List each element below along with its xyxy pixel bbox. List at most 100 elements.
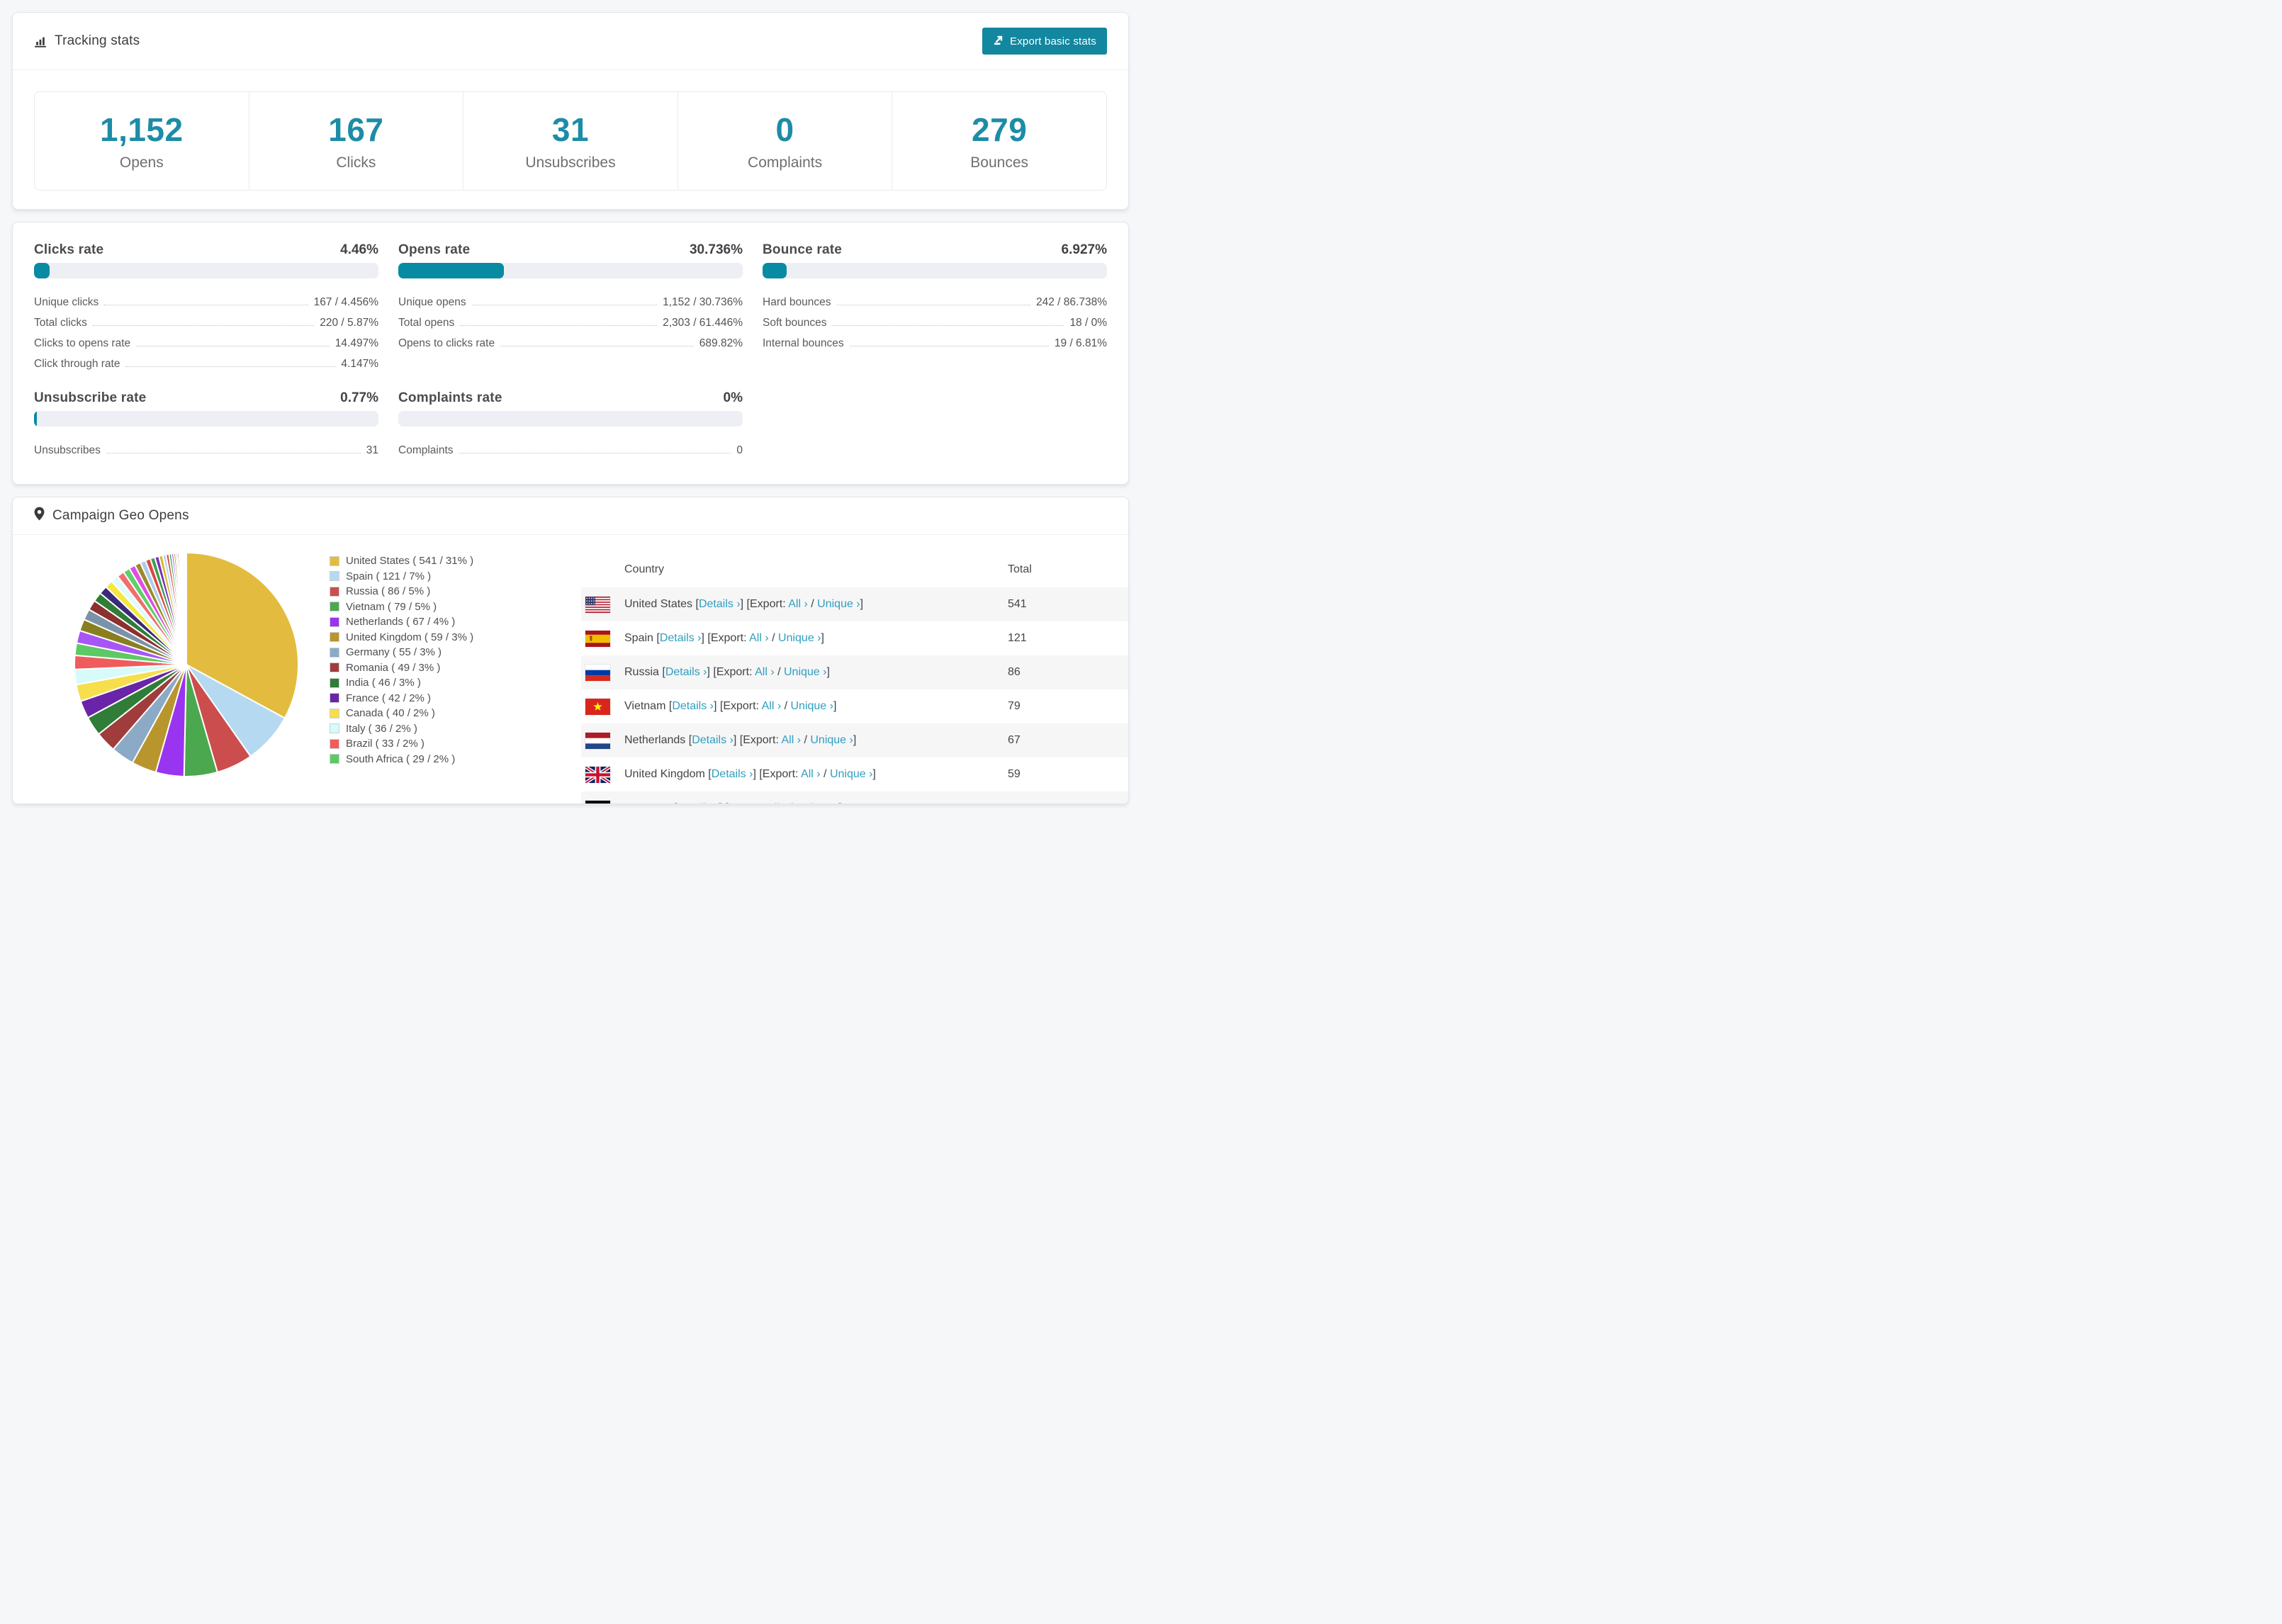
total-cell: 86 <box>1008 666 1021 678</box>
rate-value: 0% <box>723 390 743 405</box>
flag-ru-icon <box>585 664 610 681</box>
export-all-link[interactable]: All › <box>781 734 801 746</box>
details-link[interactable]: Details › <box>712 768 753 780</box>
legend-item: Russia ( 86 / 5% ) <box>330 584 560 599</box>
rate-stat-row: Opens to clicks rate 689.82% <box>398 331 743 351</box>
rate-stat-value: 14.497% <box>335 337 378 349</box>
stat-label: Complaints <box>748 154 823 171</box>
country-name: Russia <box>624 666 659 678</box>
rate-title: Complaints rate <box>398 390 502 405</box>
total-cell: 121 <box>1008 632 1027 644</box>
table-row-us: United States [Details ›] [Export: All ›… <box>581 587 1128 621</box>
legend-swatch <box>330 677 339 688</box>
export-all-link[interactable]: All › <box>767 802 787 803</box>
stat-box-opens: 1,152 Opens <box>35 92 249 190</box>
progress-bar <box>398 411 743 427</box>
dotted-leader <box>92 325 315 326</box>
rate-stat-row: Internal bounces 19 / 6.81% <box>763 331 1107 351</box>
rate-stat-label: Click through rate <box>34 358 120 370</box>
export-unique-link[interactable]: Unique › <box>784 666 826 678</box>
legend-swatch <box>330 662 339 673</box>
tracking-stats-header: Tracking stats Export basic stats <box>13 13 1128 69</box>
export-unique-link[interactable]: Unique › <box>796 802 838 803</box>
details-link[interactable]: Details › <box>692 734 734 746</box>
export-all-link[interactable]: All › <box>788 598 808 610</box>
rate-title: Unsubscribe rate <box>34 390 147 405</box>
export-basic-stats-button[interactable]: Export basic stats <box>982 28 1107 55</box>
export-all-link[interactable]: All › <box>755 666 775 678</box>
details-link[interactable]: Details › <box>665 666 707 678</box>
rate-block-bounce-rate: Bounce rate 6.927% Hard bounces 242 / 86… <box>763 242 1107 372</box>
rate-stat-label: Complaints <box>398 444 454 456</box>
stat-value: 0 <box>775 111 794 148</box>
legend-item: India ( 46 / 3% ) <box>330 675 560 691</box>
legend-item: United Kingdom ( 59 / 3% ) <box>330 630 560 645</box>
rate-stat-value: 0 <box>736 444 743 456</box>
export-all-link[interactable]: All › <box>801 768 821 780</box>
rate-block-unsubscribe-rate: Unsubscribe rate 0.77% Unsubscribes 31 <box>34 390 378 458</box>
legend-swatch <box>330 632 339 643</box>
export-all-link[interactable]: All › <box>762 700 782 712</box>
rate-stat-value: 4.147% <box>341 358 378 370</box>
export-unique-link[interactable]: Unique › <box>778 632 821 644</box>
rate-stat-label: Total clicks <box>34 317 87 329</box>
export-unique-link[interactable]: Unique › <box>810 734 853 746</box>
map-pin-icon <box>34 507 45 525</box>
details-link[interactable]: Details › <box>699 598 741 610</box>
tracking-stats-title: Tracking stats <box>34 33 140 49</box>
total-cell: 79 <box>1008 700 1021 712</box>
campaign-geo-opens-card: Campaign Geo Opens United States ( 541 /… <box>12 497 1129 804</box>
stat-label: Opens <box>119 154 164 171</box>
rates-grid: Clicks rate 4.46% Unique clicks 167 / 4.… <box>34 242 1107 458</box>
total-cell: 59 <box>1008 768 1021 780</box>
rate-stat-label: Soft bounces <box>763 317 827 329</box>
bar-chart-icon <box>34 35 47 48</box>
details-link[interactable]: Details › <box>678 802 719 803</box>
column-header-total: Total <box>1008 563 1032 575</box>
export-unique-link[interactable]: Unique › <box>791 700 833 712</box>
legend-label: Brazil ( 33 / 2% ) <box>346 738 425 750</box>
table-row-gb: United Kingdom [Details ›] [Export: All … <box>581 757 1128 791</box>
table-body: United States [Details ›] [Export: All ›… <box>581 587 1128 803</box>
legend-label: United Kingdom ( 59 / 3% ) <box>346 631 474 643</box>
stat-value: 167 <box>328 111 384 148</box>
legend-swatch <box>330 602 339 612</box>
export-button-label: Export basic stats <box>1010 35 1096 47</box>
stat-label: Bounces <box>970 154 1029 171</box>
country-name: Germany <box>624 802 671 803</box>
legend-item: France ( 42 / 2% ) <box>330 691 560 706</box>
legend-item: Canada ( 40 / 2% ) <box>330 706 560 721</box>
legend-label: Germany ( 55 / 3% ) <box>346 646 442 659</box>
legend-item: Vietnam ( 79 / 5% ) <box>330 599 560 615</box>
stat-box-clicks: 167 Clicks <box>249 92 464 190</box>
legend-swatch <box>330 586 339 597</box>
rate-stat-row: Unique clicks 167 / 4.456% <box>34 290 378 310</box>
rate-stat-value: 167 / 4.456% <box>313 296 378 308</box>
dotted-leader <box>125 366 336 367</box>
export-unique-link[interactable]: Unique › <box>830 768 872 780</box>
legend-label: Vietnam ( 79 / 5% ) <box>346 600 437 613</box>
rate-stat-row: Total clicks 220 / 5.87% <box>34 310 378 331</box>
rate-stat-label: Hard bounces <box>763 296 831 308</box>
rate-value: 4.46% <box>340 242 378 257</box>
export-all-link[interactable]: All › <box>749 632 769 644</box>
rate-title: Opens rate <box>398 242 471 257</box>
legend-item: Germany ( 55 / 3% ) <box>330 645 560 660</box>
page-title: Tracking stats <box>55 33 140 48</box>
total-cell: 541 <box>1008 598 1027 610</box>
rate-head: Unsubscribe rate 0.77% <box>34 390 378 406</box>
table-row-vn: Vietnam [Details ›] [Export: All › / Uni… <box>581 689 1128 723</box>
rate-stat-row: Click through rate 4.147% <box>34 351 378 372</box>
legend-label: Netherlands ( 67 / 4% ) <box>346 616 456 628</box>
export-unique-link[interactable]: Unique › <box>817 598 860 610</box>
dotted-leader <box>460 325 658 326</box>
rate-stat-label: Internal bounces <box>763 337 844 349</box>
country-cell: Spain [Details ›] [Export: All › / Uniqu… <box>624 632 824 644</box>
rate-value: 0.77% <box>340 390 378 405</box>
rate-stat-value: 220 / 5.87% <box>320 317 378 329</box>
legend-swatch <box>330 723 339 734</box>
details-link[interactable]: Details › <box>660 632 702 644</box>
country-name: United States <box>624 598 693 610</box>
rate-block-complaints-rate: Complaints rate 0% Complaints 0 <box>398 390 743 458</box>
details-link[interactable]: Details › <box>672 700 714 712</box>
